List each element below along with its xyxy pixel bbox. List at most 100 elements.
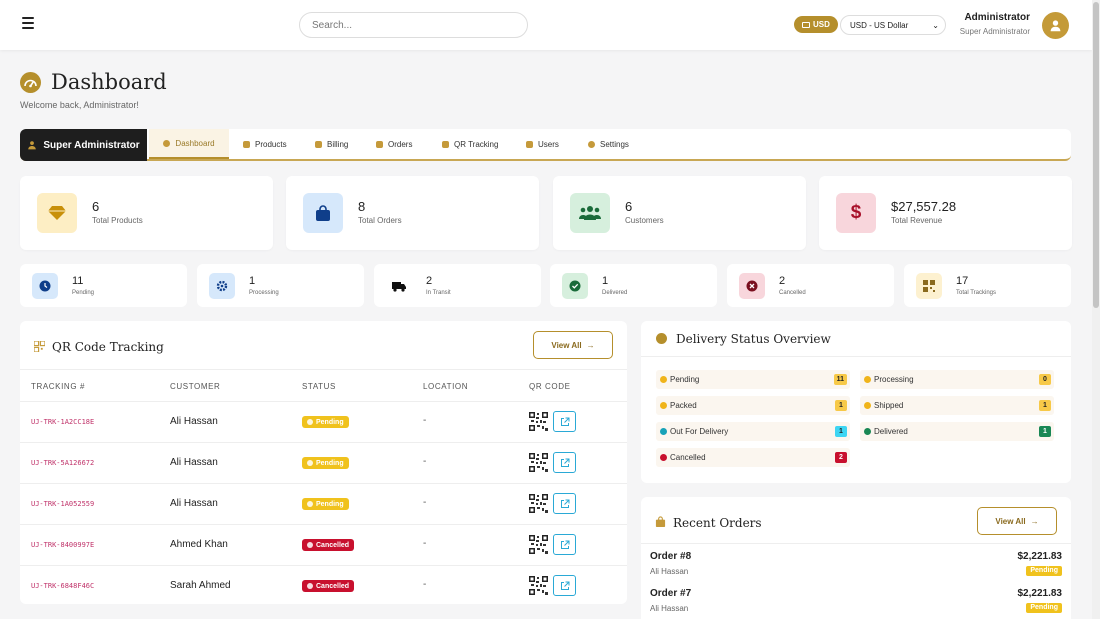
tracking-number[interactable]: UJ-TRK-5A126672: [31, 459, 94, 467]
open-tracking-button[interactable]: [553, 493, 576, 514]
status-dot-icon: [660, 454, 667, 461]
cash-icon: [802, 21, 810, 28]
panel-title: QR Code Tracking: [52, 340, 164, 354]
page-title: Dashboard: [51, 70, 167, 94]
user-info[interactable]: Administrator Super Administrator: [960, 12, 1030, 36]
tab-qr-tracking[interactable]: QR Tracking: [442, 129, 498, 159]
qr-code-image[interactable]: [529, 412, 548, 431]
status-dot-icon: [660, 376, 667, 383]
gear-icon: [588, 140, 595, 148]
open-tracking-button[interactable]: [553, 534, 576, 555]
mini-stat-label: In Transit: [426, 290, 451, 296]
tab-label: Orders: [388, 139, 413, 149]
status-name: Out For Delivery: [670, 427, 729, 436]
gear-icon: [216, 280, 228, 292]
recent-orders-panel: Recent Orders View All → Order #8 Ali Ha…: [641, 497, 1071, 619]
panel-title: Delivery Status Overview: [676, 332, 831, 346]
tab-orders[interactable]: Orders: [376, 129, 412, 159]
status-label: Pending: [316, 459, 344, 467]
qr-code-image[interactable]: [529, 494, 548, 513]
customer-name: Ali Hassan: [170, 498, 218, 509]
tab-billing[interactable]: Billing: [315, 129, 348, 159]
order-amount: $2,221.83: [1017, 588, 1063, 599]
location: -: [423, 456, 427, 467]
open-tracking-button[interactable]: [553, 575, 576, 596]
qr-code-image[interactable]: [529, 453, 548, 472]
tracking-number[interactable]: UJ-TRK-1A052559: [31, 500, 94, 508]
status-dot-icon: [307, 501, 313, 507]
status-dot-icon: [660, 428, 667, 435]
order-number: Order #8: [650, 551, 692, 562]
tab-label: Settings: [600, 139, 629, 149]
mini-stat-label: Delivered: [602, 290, 628, 296]
status-name: Cancelled: [670, 453, 706, 462]
external-link-icon: [560, 540, 570, 550]
tab-label: Billing: [327, 139, 349, 149]
external-link-icon: [560, 499, 570, 509]
column-header: STATUS: [302, 382, 336, 391]
status-badge: Pending: [302, 457, 349, 469]
button-label: View All: [995, 516, 1026, 526]
column-header: LOCATION: [423, 382, 469, 391]
location: -: [423, 497, 427, 508]
mini-icon-box: [32, 273, 58, 299]
search-input[interactable]: [299, 12, 528, 38]
location: -: [423, 538, 427, 549]
stat-label: Total Products: [92, 216, 143, 225]
qr-code-image[interactable]: [529, 576, 548, 595]
mini-icon-box: [739, 273, 765, 299]
currency-select-value: USD - US Dollar: [850, 20, 909, 30]
order-item[interactable]: Order #7 Ali Hassan $2,221.83 Pending: [650, 588, 1062, 619]
qr-code-image[interactable]: [529, 535, 548, 554]
status-dot-icon: [307, 542, 313, 548]
tab-products[interactable]: Products: [243, 129, 287, 159]
stat-icon-box: $: [836, 193, 876, 233]
check-circle-icon: [569, 280, 581, 292]
status-name: Shipped: [874, 401, 904, 410]
external-link-icon: [560, 417, 570, 427]
pie-chart-icon: [656, 333, 667, 344]
status-count: 0: [1039, 374, 1051, 385]
currency-select[interactable]: USD - US Dollar ⌄: [840, 15, 946, 35]
customer-name: Ali Hassan: [170, 416, 218, 427]
arrow-right-icon: →: [1030, 516, 1039, 526]
tab-settings[interactable]: Settings: [588, 129, 629, 159]
view-all-tracking-button[interactable]: View All →: [533, 331, 613, 359]
open-tracking-button[interactable]: [553, 452, 576, 473]
stat-value: 6: [625, 199, 633, 214]
mini-stat-pending: 11 Pending: [20, 264, 187, 307]
stat-card-products: 6 Total Products: [20, 176, 273, 250]
tab-dashboard[interactable]: Dashboard: [149, 129, 229, 159]
x-circle-icon: [746, 280, 758, 292]
clock-icon: [39, 280, 51, 292]
order-customer: Ali Hassan: [650, 567, 689, 576]
status-label: Pending: [316, 418, 344, 426]
order-item[interactable]: Order #8 Ali Hassan $2,221.83 Pending: [650, 551, 1062, 587]
status-dot-icon: [864, 428, 871, 435]
status-name: Delivered: [874, 427, 908, 436]
status-label: Cancelled: [316, 541, 350, 549]
currency-badge[interactable]: USD: [794, 16, 838, 33]
arrow-right-icon: →: [586, 340, 595, 350]
tracking-number[interactable]: UJ-TRK-6848F46C: [31, 582, 94, 590]
avatar[interactable]: [1042, 12, 1069, 39]
status-count: 11: [833, 374, 847, 385]
role-chip: Super Administrator: [20, 129, 147, 161]
hamburger-menu-icon[interactable]: [22, 17, 34, 29]
view-all-orders-button[interactable]: View All →: [977, 507, 1057, 535]
status-count: 2: [835, 452, 847, 463]
page-scrollbar[interactable]: [1092, 0, 1100, 619]
stat-card-revenue: $ $27,557.28 Total Revenue: [819, 176, 1072, 250]
delivery-status-item: Delivered 1: [860, 422, 1054, 441]
panel-title: Recent Orders: [673, 516, 762, 530]
tab-users[interactable]: Users: [526, 129, 559, 159]
location: -: [423, 579, 427, 590]
stat-label: Total Revenue: [891, 216, 943, 225]
receipt-icon: [315, 140, 322, 148]
open-tracking-button[interactable]: [553, 411, 576, 432]
tracking-number[interactable]: UJ-TRK-8400997E: [31, 541, 94, 549]
scrollbar-thumb[interactable]: [1093, 2, 1099, 308]
divider: [641, 356, 1071, 357]
tracking-number[interactable]: UJ-TRK-1A2CC18E: [31, 418, 94, 426]
user-tie-icon: [28, 141, 37, 150]
